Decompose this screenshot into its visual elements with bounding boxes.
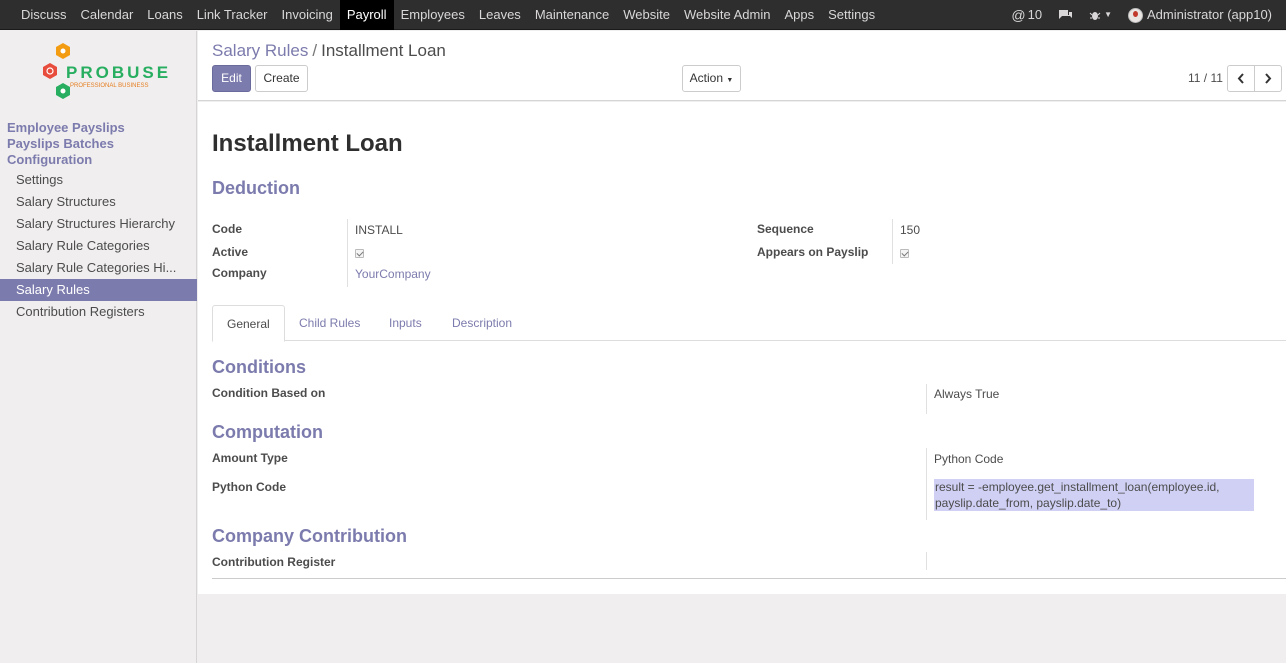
logo-subtext: PROFESSIONAL BUSINESS bbox=[70, 83, 149, 89]
form-sheet: Installment Loan Deduction Code INSTALL … bbox=[198, 102, 1286, 594]
breadcrumb-salary-rules[interactable]: Salary Rules bbox=[212, 41, 308, 60]
python-code-line: payslip.date_from, payslip.date_to) bbox=[935, 496, 1122, 510]
section-payslips-batches[interactable]: Payslips Batches bbox=[7, 136, 114, 151]
mentions-count: 10 bbox=[1027, 7, 1043, 22]
section-configuration[interactable]: Configuration bbox=[7, 152, 92, 167]
field-divider bbox=[892, 219, 893, 264]
breadcrumb-separator: / bbox=[312, 41, 318, 60]
menu-link-tracker[interactable]: Link Tracker bbox=[190, 0, 275, 30]
top-navbar: Discuss Calendar Loans Link Tracker Invo… bbox=[0, 0, 1286, 30]
pager-next-button[interactable] bbox=[1254, 65, 1282, 92]
breadcrumb: Salary Rules / Installment Loan bbox=[212, 41, 446, 61]
sidebar: PROBUSE PROFESSIONAL BUSINESS Employee P… bbox=[0, 31, 197, 663]
debug-button[interactable]: ▼ bbox=[1081, 0, 1120, 30]
conditions-heading: Conditions bbox=[212, 357, 306, 377]
user-name: Administrator (app10) bbox=[1147, 7, 1272, 22]
company-label: Company bbox=[212, 266, 267, 280]
record-title: Installment Loan bbox=[212, 130, 403, 157]
main-menu: Discuss Calendar Loans Link Tracker Invo… bbox=[14, 0, 882, 30]
menu-website-admin[interactable]: Website Admin bbox=[677, 0, 777, 30]
sidebar-item-salary-structures[interactable]: Salary Structures bbox=[0, 191, 197, 213]
appears-on-payslip-label: Appears on Payslip bbox=[757, 245, 869, 259]
mentions-button[interactable]: @ 10 bbox=[1003, 0, 1050, 30]
field-divider bbox=[926, 384, 927, 414]
company-value[interactable]: YourCompany bbox=[355, 267, 431, 281]
sidebar-item-salary-rule-categories-hierarchy[interactable]: Salary Rule Categories Hi... bbox=[0, 257, 197, 279]
menu-payroll[interactable]: Payroll bbox=[339, 0, 394, 30]
logo-text: PROBUSE bbox=[66, 63, 172, 82]
field-divider bbox=[347, 219, 348, 287]
chevron-right-icon bbox=[1265, 73, 1272, 84]
condition-based-on-label: Condition Based on bbox=[212, 386, 326, 400]
user-menu[interactable]: Administrator (app10) bbox=[1120, 0, 1286, 30]
python-code-label: Python Code bbox=[212, 480, 286, 494]
menu-invoicing[interactable]: Invoicing bbox=[275, 0, 340, 30]
pager-value: 11 / 11 bbox=[1188, 71, 1223, 85]
systray: @ 10 ▼ Administrator (app10) bbox=[1003, 0, 1286, 30]
edit-button[interactable]: Edit bbox=[212, 65, 251, 92]
action-label: Action bbox=[689, 71, 724, 85]
create-button[interactable]: Create bbox=[255, 65, 308, 92]
avatar bbox=[1128, 7, 1143, 23]
tab-inputs[interactable]: Inputs bbox=[375, 305, 436, 341]
menu-maintenance[interactable]: Maintenance bbox=[528, 0, 616, 30]
messages-button[interactable] bbox=[1050, 0, 1081, 30]
python-code-line: result = -employee.get_installment_loan(… bbox=[935, 480, 1220, 494]
breadcrumb-current: Installment Loan bbox=[321, 41, 446, 60]
menu-settings[interactable]: Settings bbox=[821, 0, 882, 30]
amount-type-value: Python Code bbox=[934, 452, 1004, 466]
tab-description[interactable]: Description bbox=[438, 305, 526, 341]
control-panel: Salary Rules / Installment Loan Edit Creat… bbox=[198, 31, 1286, 101]
chevron-left-icon bbox=[1237, 73, 1244, 84]
sequence-label: Sequence bbox=[757, 222, 814, 236]
computation-heading: Computation bbox=[212, 422, 323, 442]
sidebar-item-settings[interactable]: Settings bbox=[0, 169, 197, 191]
tab-general[interactable]: General bbox=[212, 305, 285, 342]
caret-down-icon: ▼ bbox=[1104, 10, 1112, 19]
company-contribution-heading: Company Contribution bbox=[212, 526, 407, 546]
menu-employees[interactable]: Employees bbox=[394, 0, 472, 30]
menu-website[interactable]: Website bbox=[616, 0, 677, 30]
tab-child-rules[interactable]: Child Rules bbox=[285, 305, 374, 341]
active-label: Active bbox=[212, 245, 249, 259]
section-employee-payslips[interactable]: Employee Payslips bbox=[7, 120, 125, 135]
bug-icon bbox=[1089, 12, 1101, 20]
menu-loans[interactable]: Loans bbox=[140, 0, 189, 30]
appears-on-payslip-checkbox[interactable] bbox=[900, 249, 909, 258]
active-checkbox[interactable] bbox=[355, 249, 364, 258]
sidebar-item-contribution-registers[interactable]: Contribution Registers bbox=[0, 301, 197, 323]
sidebar-item-salary-rules[interactable]: Salary Rules bbox=[0, 279, 197, 301]
pager-previous-button[interactable] bbox=[1227, 65, 1255, 92]
notebook-tabs: General Child Rules Inputs Description bbox=[212, 305, 1286, 342]
contribution-register-label: Contribution Register bbox=[212, 555, 336, 569]
menu-discuss[interactable]: Discuss bbox=[14, 0, 74, 30]
code-label: Code bbox=[212, 222, 242, 236]
field-divider bbox=[926, 448, 927, 520]
menu-leaves[interactable]: Leaves bbox=[472, 0, 528, 30]
python-code-value: result = -employee.get_installment_loan(… bbox=[934, 479, 1254, 511]
action-dropdown[interactable]: Action ▼ bbox=[682, 65, 741, 92]
caret-down-icon: ▼ bbox=[726, 77, 734, 84]
sequence-value: 150 bbox=[900, 223, 921, 237]
category-heading[interactable]: Deduction bbox=[212, 178, 300, 199]
field-divider bbox=[926, 552, 927, 570]
chat-bubble-icon bbox=[1059, 9, 1073, 19]
menu-apps[interactable]: Apps bbox=[777, 0, 821, 30]
code-value: INSTALL bbox=[355, 223, 403, 237]
condition-based-on-value: Always True bbox=[934, 387, 1000, 401]
sheet-bottom-divider bbox=[212, 578, 1286, 579]
sidebar-item-salary-rule-categories[interactable]: Salary Rule Categories bbox=[0, 235, 197, 257]
menu-calendar[interactable]: Calendar bbox=[74, 0, 141, 30]
sidebar-item-salary-structures-hierarchy[interactable]: Salary Structures Hierarchy bbox=[0, 213, 197, 235]
company-logo: PROBUSE PROFESSIONAL BUSINESS bbox=[36, 41, 168, 107]
at-icon: @ bbox=[1011, 7, 1026, 23]
amount-type-label: Amount Type bbox=[212, 451, 288, 465]
